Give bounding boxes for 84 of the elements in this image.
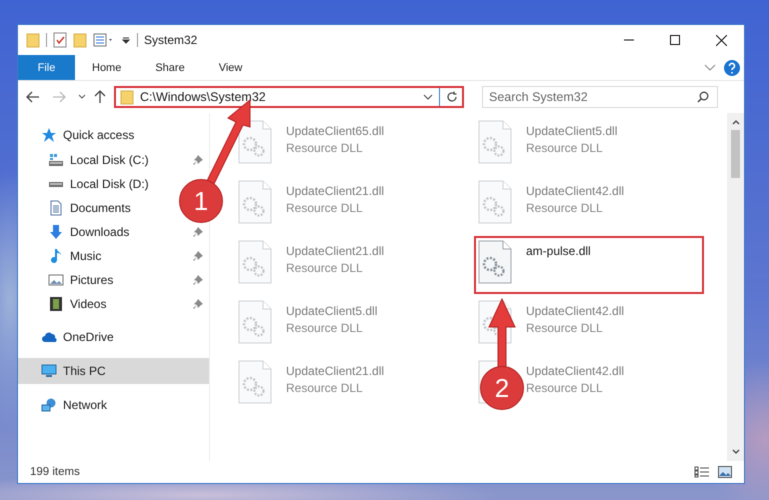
search-icon[interactable] — [697, 91, 709, 103]
caret-icon[interactable] — [78, 94, 86, 100]
file-type: Resource DLL — [286, 201, 364, 215]
details-view-icon[interactable] — [694, 466, 710, 478]
navigation-item[interactable]: Network — [63, 398, 108, 412]
navigation-item[interactable]: Local Disk (D:) — [70, 177, 149, 191]
scroll-thumb[interactable] — [731, 130, 740, 178]
document-gear-icon — [238, 360, 272, 404]
document-gear-icon — [478, 240, 512, 284]
arrow — [488, 298, 516, 368]
network-icon — [41, 397, 57, 413]
document-gear-icon — [238, 120, 272, 164]
back-arrow-icon[interactable] — [26, 91, 40, 103]
search-field[interactable]: Search System32 — [482, 86, 718, 108]
close-icon — [716, 34, 726, 46]
drive-icon — [48, 152, 64, 168]
dropdown-icon[interactable] — [121, 35, 131, 45]
scrollbar[interactable] — [727, 113, 744, 461]
ribbon-tab[interactable]: Home — [75, 55, 138, 80]
navigation-item[interactable]: Music — [70, 249, 102, 263]
file-name: UpdateClient42.dll — [526, 184, 624, 198]
document-gear-icon — [238, 180, 272, 224]
up-arrow-icon[interactable] — [94, 90, 106, 104]
item-count: 199 items — [30, 466, 80, 478]
file-menu-button[interactable]: File — [18, 55, 75, 80]
large-icons-view-icon[interactable] — [718, 466, 732, 478]
navigation-item[interactable]: This PC — [18, 358, 209, 384]
file-type: Resource DLL — [526, 201, 604, 215]
navigation-item[interactable]: Quick access — [63, 128, 134, 142]
minimize-icon — [624, 39, 634, 41]
star-icon — [41, 127, 57, 143]
document-gear-icon — [238, 240, 272, 284]
caret-icon[interactable] — [423, 94, 433, 100]
navigation-item[interactable]: Pictures — [70, 273, 114, 287]
pin-icon[interactable] — [193, 227, 203, 237]
navigation-item[interactable]: OneDrive — [63, 330, 114, 344]
file-name: UpdateClient5.dll — [526, 124, 618, 138]
scroll-up-icon[interactable] — [732, 119, 740, 125]
file-item[interactable]: am-pulse.dll — [474, 236, 704, 294]
navigation-item[interactable]: Downloads — [70, 225, 130, 239]
navigation-item[interactable]: Videos — [70, 297, 106, 311]
pin-icon[interactable] — [193, 155, 203, 165]
folder-icon — [120, 89, 134, 105]
file-name: UpdateClient42.dll — [526, 304, 624, 318]
document-gear-icon — [478, 180, 512, 224]
file-name: UpdateClient5.dll — [286, 304, 378, 318]
document-icon — [48, 200, 64, 216]
file-type: Resource DLL — [286, 321, 364, 335]
file-type: Resource DLL — [286, 261, 364, 275]
properties-icon[interactable] — [93, 33, 115, 47]
checklist-icon[interactable] — [53, 32, 67, 48]
refresh-icon[interactable] — [446, 91, 458, 103]
file-type: Resource DLL — [526, 321, 604, 335]
file-name: UpdateClient65.dll — [286, 124, 384, 138]
file-type: Resource DLL — [286, 141, 364, 155]
pin-icon[interactable] — [193, 251, 203, 261]
file-name: UpdateClient21.dll — [286, 364, 384, 378]
pin-icon[interactable] — [193, 299, 203, 309]
ribbon-tab[interactable]: View — [202, 55, 260, 80]
document-gear-icon — [478, 120, 512, 164]
file-name: UpdateClient21.dll — [286, 244, 384, 258]
file-name: UpdateClient42.dll — [526, 364, 624, 378]
file-name: am-pulse.dll — [526, 244, 591, 258]
ribbon-tab[interactable]: Share — [138, 55, 202, 80]
address-bar[interactable]: C:\Windows\System32 — [114, 86, 464, 108]
pin-icon[interactable] — [193, 275, 203, 285]
maximize-icon — [670, 35, 680, 45]
download-arrow-icon — [48, 224, 64, 240]
film-icon — [48, 296, 64, 312]
address-path: C:\Windows\System32 — [140, 90, 267, 104]
file-type: Resource DLL — [286, 381, 364, 395]
monitor-icon — [41, 363, 57, 379]
drive-icon — [48, 180, 64, 188]
document-gear-icon — [238, 300, 272, 344]
file-type: Resource DLL — [526, 381, 604, 395]
navigation-item[interactable]: Documents — [70, 201, 131, 215]
help-icon[interactable] — [724, 60, 740, 76]
window-title: System32 — [144, 33, 198, 47]
scroll-down-icon[interactable] — [732, 449, 740, 455]
picture-icon — [48, 272, 64, 288]
file-name: UpdateClient21.dll — [286, 184, 384, 198]
chevron-down-icon[interactable] — [704, 64, 716, 72]
navigation-item[interactable]: Local Disk (C:) — [70, 153, 149, 167]
file-type: Resource DLL — [526, 141, 604, 155]
